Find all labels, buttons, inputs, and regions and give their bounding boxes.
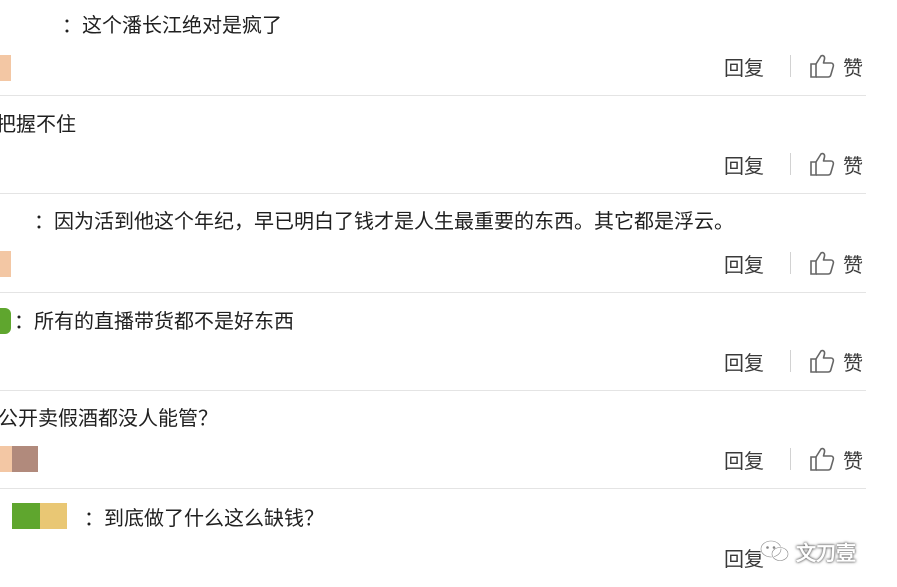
watermark: 文刀壹 (760, 534, 856, 568)
thumbs-up-icon (810, 54, 835, 78)
comment-divider (0, 390, 866, 391)
thumbs-up-icon (810, 447, 835, 471)
action-divider (790, 350, 791, 372)
comment-actions: 回复 赞 (724, 149, 863, 179)
avatar[interactable] (0, 251, 11, 277)
like-label: 赞 (843, 448, 863, 473)
action-divider (790, 153, 791, 175)
comment-text: ：这个潘长江绝对是疯了 (62, 13, 282, 37)
comment-text: ：因为活到他这个年纪，早已明白了钱才是人生最重要的东西。其它都是浮云。 (34, 209, 734, 233)
avatar[interactable] (12, 446, 38, 472)
like-label: 赞 (843, 350, 863, 375)
comment-actions: 回复 赞 (724, 51, 863, 81)
like-button[interactable]: 赞 (809, 445, 863, 474)
comment-text: ：所有的直播带货都不是好东西 (14, 309, 294, 333)
comment-divider (0, 292, 866, 293)
reply-button[interactable]: 回复 (724, 150, 776, 179)
comment-text: 把握不住 (0, 112, 76, 136)
comment-text: 公开卖假酒都没人能管？ (0, 406, 218, 430)
thumbs-up-icon (810, 251, 835, 275)
reply-button[interactable]: 回复 (724, 52, 776, 81)
avatar[interactable] (0, 308, 11, 334)
avatar[interactable] (0, 446, 12, 472)
like-button[interactable]: 赞 (809, 150, 863, 179)
avatar[interactable] (0, 55, 11, 81)
action-divider (790, 448, 791, 470)
avatar[interactable] (40, 503, 67, 529)
reply-button[interactable]: 回复 (724, 347, 776, 376)
like-label: 赞 (843, 252, 863, 277)
thumbs-up-icon (810, 349, 835, 373)
like-button[interactable]: 赞 (809, 52, 863, 81)
reply-button[interactable]: 回复 (724, 249, 776, 278)
comment-divider (0, 95, 866, 96)
avatar[interactable] (12, 503, 40, 529)
comment-actions: 回复 赞 (724, 444, 863, 474)
comment-actions: 回复 赞 (724, 248, 863, 278)
action-divider (790, 252, 791, 274)
comment-actions: 回复 赞 (724, 346, 863, 376)
watermark-text: 文刀壹 (796, 540, 856, 565)
like-button[interactable]: 赞 (809, 249, 863, 278)
comment-text: ：到底做了什么这么缺钱？ (84, 506, 324, 530)
comment-divider (0, 193, 866, 194)
like-label: 赞 (843, 55, 863, 80)
wechat-icon (760, 540, 789, 562)
comment-divider (0, 488, 866, 489)
thumbs-up-icon (810, 152, 835, 176)
like-label: 赞 (843, 153, 863, 178)
action-divider (790, 55, 791, 77)
reply-button[interactable]: 回复 (724, 445, 776, 474)
like-button[interactable]: 赞 (809, 347, 863, 376)
